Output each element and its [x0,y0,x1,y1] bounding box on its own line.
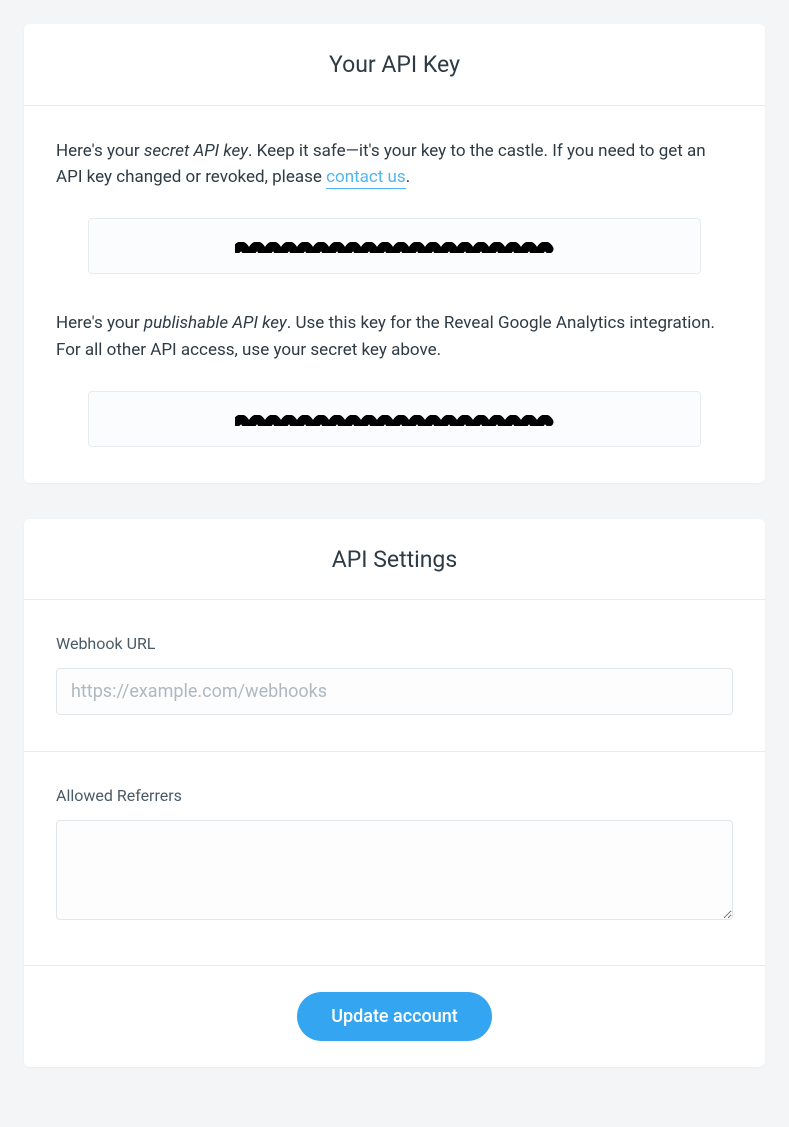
api-key-card-body: Here's your secret API key. Keep it safe… [24,106,765,483]
redacted-icon [235,412,555,426]
api-settings-card-header: API Settings [24,519,765,601]
secret-key-box[interactable] [88,218,701,274]
secret-key-em: secret API key [144,141,248,161]
secret-key-text-end: . [406,167,410,187]
api-settings-title: API Settings [40,543,749,578]
webhook-section: Webhook URL [24,600,765,752]
webhook-url-input[interactable] [56,668,733,715]
api-key-title: Your API Key [40,48,749,83]
secret-key-description: Here's your secret API key. Keep it safe… [56,138,733,191]
secret-key-text-prefix: Here's your [56,141,144,161]
api-settings-footer: Update account [24,966,765,1067]
publishable-key-box[interactable] [88,391,701,447]
api-settings-card: API Settings Webhook URL Allowed Referre… [24,519,765,1067]
api-key-card: Your API Key Here's your secret API key.… [24,24,765,483]
referrers-section: Allowed Referrers [24,752,765,966]
update-account-button[interactable]: Update account [297,992,492,1041]
contact-us-link[interactable]: contact us [326,167,406,189]
redacted-icon [235,239,555,253]
webhook-url-label: Webhook URL [56,632,733,656]
publishable-key-em: publishable API key [144,313,287,333]
publishable-key-text-prefix: Here's your [56,313,144,333]
allowed-referrers-label: Allowed Referrers [56,784,733,808]
publishable-key-description: Here's your publishable API key. Use thi… [56,310,733,363]
allowed-referrers-input[interactable] [56,820,733,920]
api-key-card-header: Your API Key [24,24,765,106]
